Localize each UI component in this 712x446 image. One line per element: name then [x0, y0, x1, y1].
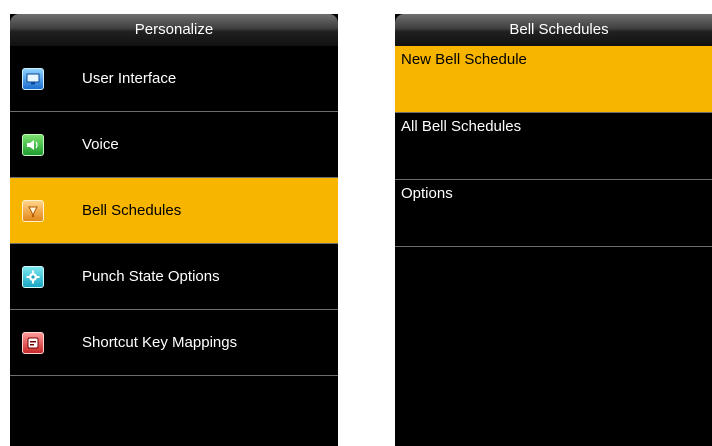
menu-item-label: New Bell Schedule	[401, 51, 527, 68]
bell-schedules-screen: Bell Schedules New Bell Schedule All Bel…	[395, 14, 712, 446]
menu-item-label: Punch State Options	[82, 268, 220, 285]
screen-title: Bell Schedules	[395, 14, 712, 46]
menu-item-label: Bell Schedules	[82, 202, 182, 219]
screen-title: Personalize	[10, 14, 338, 46]
menu-item-label: Options	[401, 185, 453, 202]
menu-item-label: User Interface	[82, 70, 177, 87]
menu-item-options[interactable]: Options	[395, 180, 712, 247]
bell-icon	[22, 199, 44, 222]
keyboard-key-icon	[22, 331, 44, 354]
speaker-icon	[22, 133, 44, 156]
menu-item-label: Shortcut Key Mappings	[82, 334, 238, 351]
menu-item-punch-state-options[interactable]: Punch State Options	[10, 244, 338, 310]
gear-icon	[22, 265, 44, 288]
menu-item-label: All Bell Schedules	[401, 118, 522, 135]
menu-item-all-bell-schedules[interactable]: All Bell Schedules	[395, 113, 712, 180]
menu-item-shortcut-key-mappings[interactable]: Shortcut Key Mappings	[10, 310, 338, 376]
menu-item-user-interface[interactable]: User Interface	[10, 46, 338, 112]
menu-item-bell-schedules[interactable]: Bell Schedules	[10, 178, 338, 244]
menu-item-label: Voice	[82, 136, 119, 153]
menu-item-voice[interactable]: Voice	[10, 112, 338, 178]
menu-item-new-bell-schedule[interactable]: New Bell Schedule	[395, 46, 712, 113]
monitor-icon	[22, 67, 44, 90]
personalize-screen: Personalize User Interface Voice Bell Sc…	[10, 14, 338, 446]
